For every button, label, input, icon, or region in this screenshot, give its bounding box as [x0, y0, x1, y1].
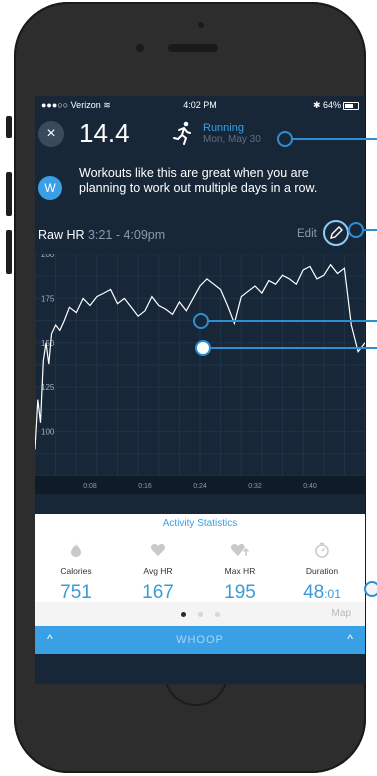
annotation-callouts: [193, 131, 377, 597]
callout-marker-map: [364, 581, 377, 597]
callout-marker-edit: [348, 222, 364, 238]
callout-marker-chart: [193, 313, 209, 329]
callout-marker-stats: [195, 340, 211, 356]
callout-marker-header: [277, 131, 293, 147]
